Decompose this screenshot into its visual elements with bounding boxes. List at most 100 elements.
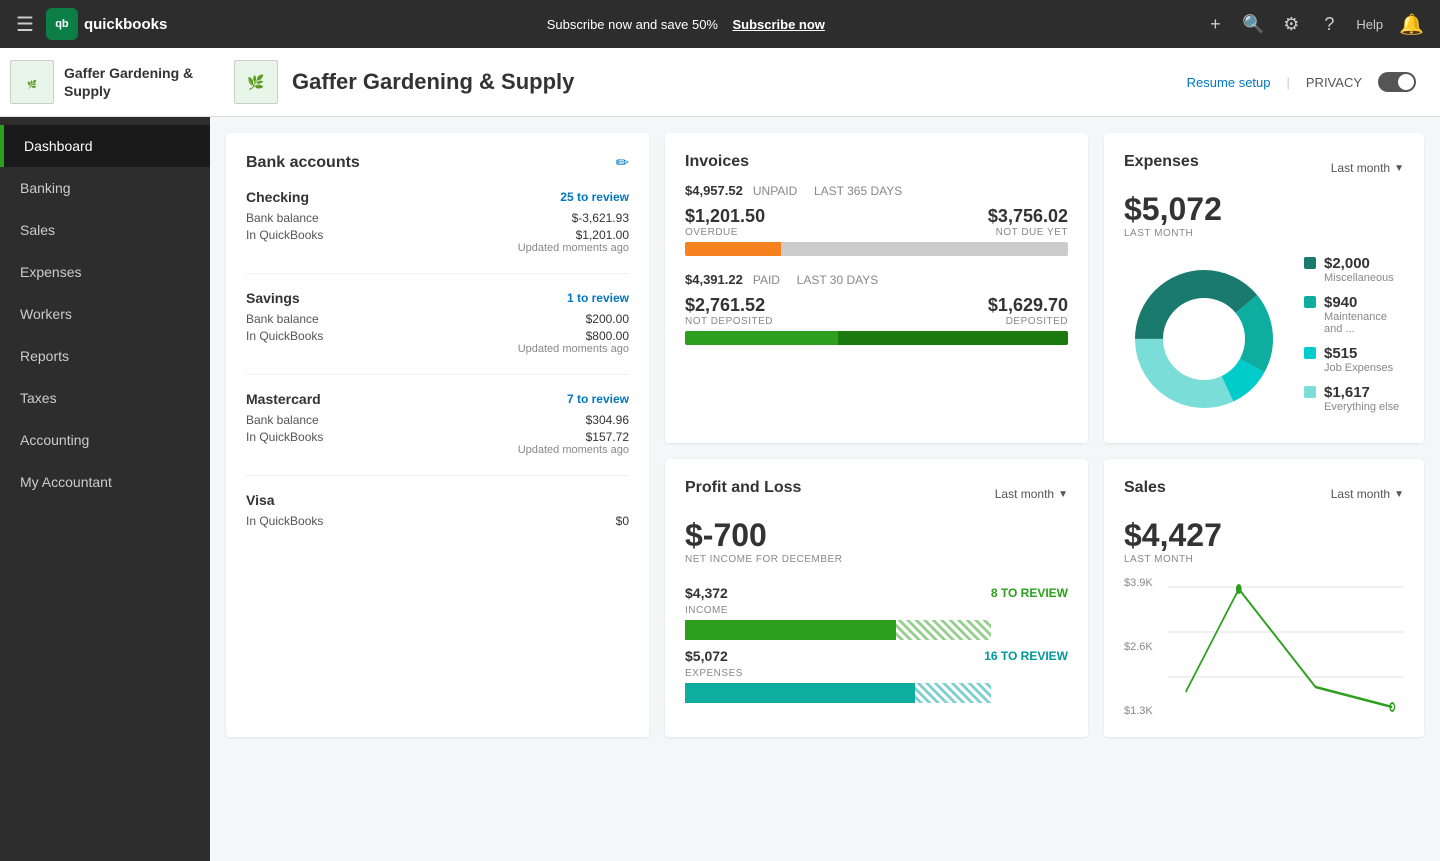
invoices-unpaid-total: $4,957.52 — [685, 183, 743, 198]
legend-label-1: Maintenance and ... — [1324, 311, 1404, 335]
svg-text:🌿: 🌿 — [247, 74, 264, 91]
help-icon[interactable]: ? — [1318, 13, 1340, 35]
chevron-down-icon: ▼ — [1058, 489, 1068, 500]
invoice-paid-bar — [685, 331, 1068, 345]
expenses-amount: $5,072 — [1124, 191, 1404, 228]
sidebar-item-label: Workers — [20, 306, 72, 322]
pl-period-dropdown[interactable]: Last month ▼ — [995, 487, 1068, 501]
bank-savings-updated: Updated moments ago — [518, 343, 629, 355]
sidebar-item-label: Taxes — [20, 390, 57, 406]
toggle-thumb — [1398, 74, 1414, 90]
invoice-notdue-amount: $3,756.02 — [988, 206, 1068, 227]
qb-logo-icon: qb — [46, 8, 78, 40]
sidebar-item-dashboard[interactable]: Dashboard — [0, 125, 210, 167]
invoice-notdeposited-label: NOT DEPOSITED — [685, 316, 773, 327]
invoice-notdue-label: NOT DUE YET — [988, 227, 1068, 238]
promo-cta[interactable]: Subscribe now — [732, 17, 824, 32]
sidebar-item-taxes[interactable]: Taxes — [0, 377, 210, 419]
pl-expenses-bar — [685, 683, 1068, 703]
sidebar-nav: Dashboard Banking Sales Expenses Workers… — [0, 117, 210, 861]
add-icon[interactable]: + — [1204, 13, 1226, 35]
pl-sublabel: NET INCOME FOR DECEMBER — [685, 554, 1068, 565]
pl-expenses-review[interactable]: 16 TO REVIEW — [984, 649, 1068, 663]
invoices-paid-total: $4,391.22 — [685, 272, 743, 287]
chart-y-label-1: $2.6K — [1124, 641, 1164, 653]
company-logo-icon: 🌿 — [10, 60, 54, 104]
sidebar-company: 🌿 Gaffer Gardening & Supply — [0, 48, 210, 117]
gear-icon[interactable]: ⚙ — [1280, 13, 1302, 35]
legend-label-2: Job Expenses — [1324, 362, 1393, 374]
sidebar-item-my-accountant[interactable]: My Accountant — [0, 461, 210, 503]
privacy-toggle[interactable] — [1378, 72, 1416, 92]
bank-accounts-card: Bank accounts ✏ Checking 25 to review Ba… — [226, 133, 649, 737]
sales-chart: $3.9K $2.6K $1.3K — [1124, 577, 1404, 717]
sidebar-item-label: Dashboard — [24, 138, 93, 154]
bank-accounts-title: Bank accounts — [246, 154, 360, 172]
legend-amount-0: $2,000 — [1324, 255, 1394, 272]
invoice-amounts-row: $1,201.50 OVERDUE $3,756.02 NOT DUE YET — [685, 206, 1068, 238]
profit-loss-card: Profit and Loss Last month ▼ $-700 NET I… — [665, 459, 1088, 737]
pl-income-bar — [685, 620, 1068, 640]
legend-dot-2 — [1304, 347, 1316, 359]
chart-y-labels: $3.9K $2.6K $1.3K — [1124, 577, 1164, 717]
expenses-header-row: Expenses Last month ▼ — [1124, 153, 1404, 183]
invoices-unpaid-header: $4,957.52 UNPAID LAST 365 DAYS — [685, 183, 1068, 198]
promo-text: Subscribe now and save 50% — [547, 17, 718, 32]
sidebar-item-accounting[interactable]: Accounting — [0, 419, 210, 461]
invoices-paid-days: LAST 30 DAYS — [797, 273, 879, 287]
expenses-card: Expenses Last month ▼ $5,072 LAST MONTH — [1104, 133, 1424, 443]
bank-checking-balance-amount: $-3,621.93 — [572, 211, 629, 225]
bank-mastercard-balance-row: Bank balance $304.96 — [246, 413, 629, 427]
bank-checking-updated: Updated moments ago — [518, 242, 629, 254]
page-title: Gaffer Gardening & Supply — [292, 69, 574, 95]
legend-item-3: $1,617 Everything else — [1304, 384, 1404, 413]
bank-checking-review-link[interactable]: 25 to review — [560, 190, 629, 204]
invoices-title: Invoices — [685, 153, 1068, 171]
bank-visa-qb-row: In QuickBooks $0 — [246, 514, 629, 528]
expense-legend: $2,000 Miscellaneous $940 Maintenance an… — [1304, 255, 1404, 423]
sales-period-label: Last month — [1331, 487, 1390, 501]
pl-income-review[interactable]: 8 TO REVIEW — [991, 586, 1068, 600]
sidebar-item-workers[interactable]: Workers — [0, 293, 210, 335]
expenses-period-dropdown[interactable]: Last month ▼ — [1331, 161, 1404, 175]
invoices-paid-header: $4,391.22 PAID LAST 30 DAYS — [685, 272, 1068, 287]
bank-account-checking: Checking 25 to review Bank balance $-3,6… — [246, 189, 629, 274]
bar-deposited — [838, 331, 1068, 345]
logo-text: quickbooks — [84, 16, 167, 33]
sidebar-item-label: Reports — [20, 348, 69, 364]
bank-visa-qb-label: In QuickBooks — [246, 514, 323, 528]
dashboard-grid: Invoices $4,957.52 UNPAID LAST 365 DAYS … — [210, 117, 1440, 753]
edit-icon[interactable]: ✏ — [616, 153, 629, 173]
page-header-right: Resume setup | PRIVACY — [1187, 72, 1416, 92]
sidebar-item-banking[interactable]: Banking — [0, 167, 210, 209]
legend-label-3: Everything else — [1324, 401, 1399, 413]
pl-title: Profit and Loss — [685, 479, 801, 497]
sidebar-item-label: Sales — [20, 222, 55, 238]
invoice-overdue-label: OVERDUE — [685, 227, 765, 238]
sales-period-dropdown[interactable]: Last month ▼ — [1331, 487, 1404, 501]
sidebar-item-sales[interactable]: Sales — [0, 209, 210, 251]
sales-title: Sales — [1124, 479, 1166, 497]
sidebar-item-label: My Accountant — [20, 474, 112, 490]
resume-setup-link[interactable]: Resume setup — [1187, 75, 1271, 90]
expenses-period-label: Last month — [1331, 161, 1390, 175]
hamburger-icon[interactable]: ☰ — [16, 12, 34, 37]
legend-item-0: $2,000 Miscellaneous — [1304, 255, 1404, 284]
bank-savings-review-link[interactable]: 1 to review — [567, 291, 629, 305]
bank-mastercard-review-link[interactable]: 7 to review — [567, 392, 629, 406]
search-icon[interactable]: 🔍 — [1242, 13, 1264, 35]
bar-income-hatched — [896, 620, 992, 640]
bank-savings-qb-amount: $800.00 — [518, 329, 629, 343]
promo-banner: Subscribe now and save 50% Subscribe now — [179, 17, 1192, 32]
notification-icon[interactable]: 🔔 — [1399, 12, 1424, 37]
legend-item-2: $515 Job Expenses — [1304, 345, 1404, 374]
page-header-left: 🌿 Gaffer Gardening & Supply — [234, 60, 574, 104]
sidebar-item-expenses[interactable]: Expenses — [0, 251, 210, 293]
sidebar-item-reports[interactable]: Reports — [0, 335, 210, 377]
invoice-notdeposited-amount: $2,761.52 — [685, 295, 773, 316]
bar-notdue — [781, 242, 1068, 256]
bank-checking-balance-row: Bank balance $-3,621.93 — [246, 211, 629, 225]
invoice-paid-section: $4,391.22 PAID LAST 30 DAYS $2,761.52 NO… — [685, 272, 1068, 345]
help-label[interactable]: Help — [1356, 17, 1383, 32]
sales-card: Sales Last month ▼ $4,427 LAST MONTH $3.… — [1104, 459, 1424, 737]
